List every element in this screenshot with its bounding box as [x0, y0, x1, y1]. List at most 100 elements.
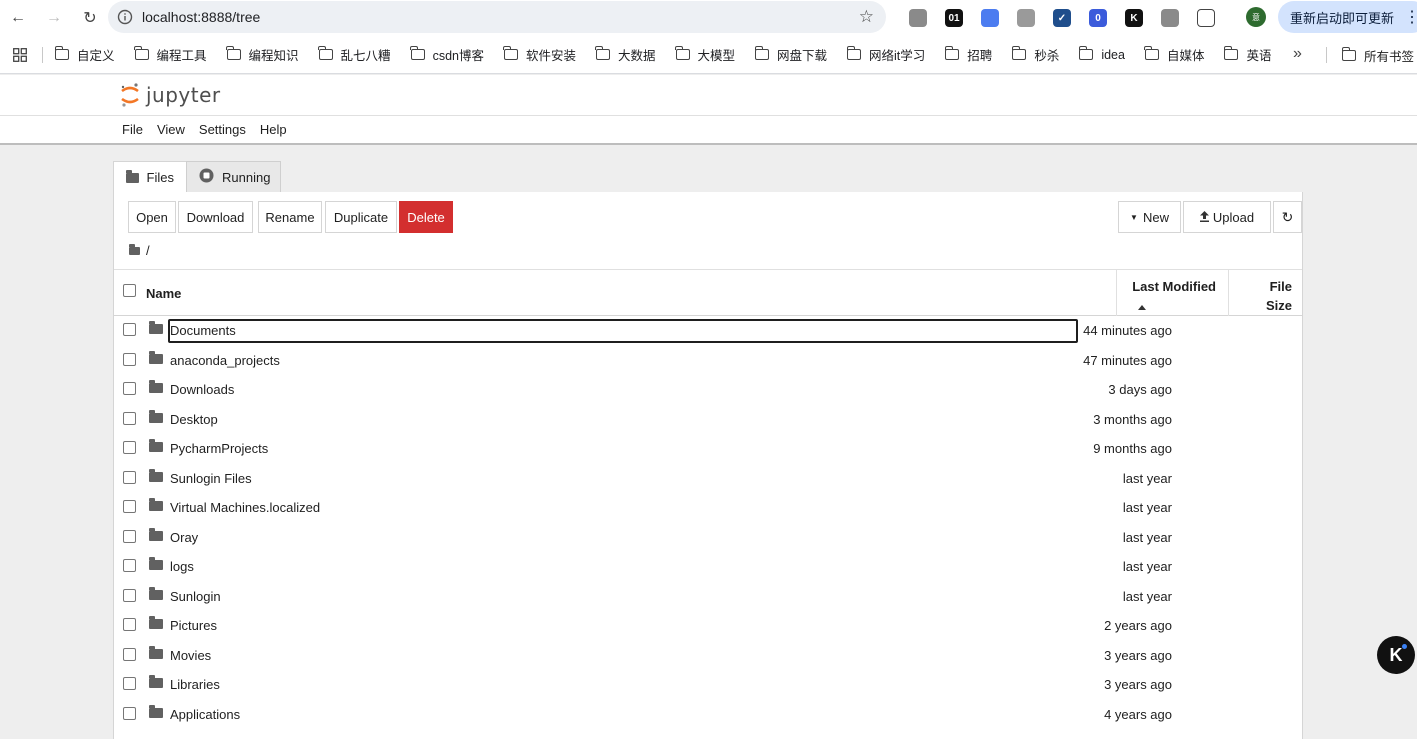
k-extension-icon[interactable]: K	[1116, 5, 1152, 31]
duplicate-button[interactable]: Duplicate	[325, 201, 397, 233]
chevron-more-icon[interactable]: »	[1293, 45, 1302, 63]
file-row[interactable]: Sunlogin last year	[114, 582, 1302, 612]
row-checkbox[interactable]	[123, 588, 136, 602]
file-row[interactable]: Sunlogin Files last year	[114, 464, 1302, 494]
file-name-link[interactable]: anaconda_projects	[168, 349, 1078, 373]
address-bar[interactable]: localhost:8888/tree ☆	[108, 1, 886, 33]
bookmark-folder[interactable]: 自定义	[54, 45, 115, 64]
row-checkbox[interactable]	[123, 441, 136, 454]
file-name-link[interactable]: logs	[168, 555, 1078, 579]
file-row[interactable]: Virtual Machines.localized last year	[114, 493, 1302, 523]
bookmark-star-icon[interactable]: ☆	[859, 7, 874, 27]
upload-button[interactable]: Upload	[1183, 201, 1271, 233]
tab-files[interactable]: Files	[113, 161, 187, 193]
row-checkbox[interactable]	[123, 647, 136, 661]
bookmark-folder[interactable]: 自媒体	[1144, 45, 1204, 64]
file-row[interactable]: Pictures 2 years ago	[114, 611, 1302, 641]
bookmark-folder[interactable]: 英语	[1223, 45, 1272, 64]
file-row[interactable]: Libraries 3 years ago	[114, 670, 1302, 700]
file-name-link[interactable]: Sunlogin Files	[168, 467, 1078, 491]
profile-avatar[interactable]: 意	[1246, 7, 1266, 27]
file-row[interactable]: PycharmProjects 9 months ago	[114, 434, 1302, 464]
file-name-link[interactable]: Downloads	[168, 378, 1078, 402]
menu-help[interactable]: Help	[253, 122, 294, 137]
bookmark-folder[interactable]: 编程工具	[134, 45, 207, 64]
breadcrumb-root[interactable]: /	[146, 243, 150, 258]
column-file-size[interactable]: File Size	[1228, 270, 1302, 316]
bookmark-folder[interactable]: idea	[1078, 46, 1125, 62]
file-name-link[interactable]: Documents	[168, 319, 1078, 343]
k-floating-button[interactable]: K	[1377, 636, 1415, 674]
bookmark-folder[interactable]: 秒杀	[1011, 45, 1059, 64]
file-row[interactable]: Downloads 3 days ago	[114, 375, 1302, 405]
bookmark-folder[interactable]: 软件安装	[503, 45, 576, 64]
translate-extension-icon[interactable]	[972, 5, 1008, 31]
column-name[interactable]: Name	[146, 286, 181, 301]
open-button[interactable]: Open	[128, 201, 176, 233]
file-name-link[interactable]: PycharmProjects	[168, 437, 1078, 461]
file-name-link[interactable]: Sunlogin	[168, 585, 1078, 609]
row-checkbox[interactable]	[123, 706, 136, 720]
file-name-link[interactable]: Desktop	[168, 408, 1078, 432]
check-extension-icon[interactable]: ✓	[1044, 5, 1080, 31]
row-checkbox[interactable]	[123, 411, 136, 425]
row-checkbox[interactable]	[123, 500, 136, 513]
file-row[interactable]: anaconda_projects 47 minutes ago	[114, 346, 1302, 376]
row-checkbox[interactable]	[123, 677, 136, 690]
store-extension-icon[interactable]	[1152, 5, 1188, 31]
all-bookmarks-folder[interactable]: 所有书签	[1341, 46, 1414, 65]
column-last-modified[interactable]: Last Modified	[1116, 270, 1228, 316]
site-info-icon[interactable]	[108, 9, 142, 25]
file-row[interactable]: Documents 44 minutes ago	[114, 316, 1302, 346]
row-checkbox[interactable]	[123, 323, 136, 336]
bookmark-folder[interactable]: 网盘下载	[754, 45, 827, 64]
file-name-link[interactable]: Oray	[168, 526, 1078, 550]
bookmark-folder[interactable]: 大数据	[595, 45, 656, 64]
download-button[interactable]: Download	[178, 201, 253, 233]
file-name-link[interactable]: Movies	[168, 644, 1078, 668]
bookmark-folder[interactable]: 网络it学习	[846, 45, 925, 64]
file-modified: 3 years ago	[1104, 677, 1172, 692]
row-checkbox[interactable]	[123, 559, 136, 572]
badge-extension-icon[interactable]: 0	[1080, 5, 1116, 31]
select-all-checkbox[interactable]	[123, 284, 136, 297]
bookmark-folder[interactable]: 乱七八糟	[318, 45, 391, 64]
menu-settings[interactable]: Settings	[192, 122, 253, 137]
file-row[interactable]: Oray last year	[114, 523, 1302, 553]
delete-button[interactable]: Delete	[399, 201, 453, 233]
row-checkbox[interactable]	[123, 618, 136, 631]
back-button[interactable]: ←	[0, 0, 36, 36]
row-checkbox[interactable]	[123, 352, 136, 366]
menu-file[interactable]: File	[115, 122, 150, 137]
tab-running[interactable]: Running	[186, 161, 281, 193]
bookmark-folder[interactable]: 大模型	[675, 45, 735, 64]
rename-button[interactable]: Rename	[258, 201, 322, 233]
menu-view[interactable]: View	[150, 122, 192, 137]
row-checkbox[interactable]	[123, 470, 136, 484]
shield-extension-icon[interactable]	[1008, 5, 1044, 31]
jupyter-logo[interactable]: jupyter	[120, 82, 221, 108]
apps-grid-icon[interactable]	[6, 47, 34, 62]
file-name-link[interactable]: Pictures	[168, 614, 1078, 638]
01-extension-icon[interactable]: 01	[936, 5, 972, 31]
folder-icon[interactable]	[129, 243, 140, 255]
file-name-link[interactable]: Libraries	[168, 673, 1078, 697]
file-name-link[interactable]: Applications	[168, 703, 1078, 727]
row-checkbox[interactable]	[123, 382, 136, 395]
file-row[interactable]: Applications 4 years ago	[114, 700, 1302, 730]
file-row[interactable]: Movies 3 years ago	[114, 641, 1302, 671]
row-checkbox[interactable]	[123, 529, 136, 543]
refresh-button[interactable]: ↻	[1273, 201, 1302, 233]
file-name-link[interactable]: Virtual Machines.localized	[168, 496, 1078, 520]
reload-button[interactable]: ↻	[72, 0, 108, 36]
bookmark-folder[interactable]: 招聘	[944, 45, 992, 64]
bookmark-folder[interactable]: 编程知识	[226, 45, 299, 64]
vue-devtools-icon[interactable]	[900, 5, 936, 31]
forward-button[interactable]: →	[36, 0, 72, 36]
update-button[interactable]: 重新启动即可更新 ⋮	[1278, 1, 1417, 33]
new-dropdown-button[interactable]: ▼ New	[1118, 201, 1181, 233]
file-row[interactable]: logs last year	[114, 552, 1302, 582]
bookmark-folder[interactable]: csdn博客	[410, 45, 484, 64]
puzzle-extension-icon[interactable]	[1188, 5, 1224, 31]
file-row[interactable]: Desktop 3 months ago	[114, 405, 1302, 435]
